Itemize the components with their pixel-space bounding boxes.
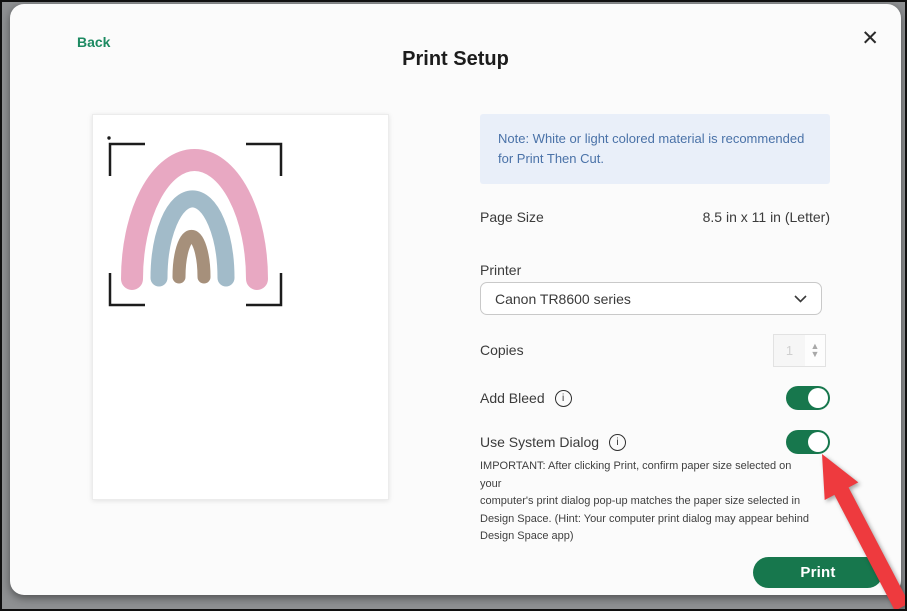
use-system-dialog-toggle[interactable] <box>786 430 830 454</box>
toggle-knob <box>808 432 828 452</box>
use-system-dialog-label-group: Use System Dialog i <box>480 434 626 451</box>
add-bleed-label: Add Bleed <box>480 390 545 406</box>
material-note: Note: White or light colored material is… <box>480 114 830 184</box>
add-bleed-label-group: Add Bleed i <box>480 390 572 407</box>
printer-selected-value: Canon TR8600 series <box>495 291 631 307</box>
printer-dropdown[interactable]: Canon TR8600 series <box>480 282 822 315</box>
copies-stepper[interactable]: 1 ▲ ▼ <box>773 334 826 367</box>
rainbow-artwork <box>93 115 390 501</box>
important-note: IMPORTANT: After clicking Print, confirm… <box>480 458 812 546</box>
page-size-value: 8.5 in x 11 in (Letter) <box>703 209 830 225</box>
add-bleed-row: Add Bleed i <box>480 385 830 411</box>
page-size-label: Page Size <box>480 209 544 225</box>
screenshot-frame: Back Print Setup ✕ Note: Whi <box>0 0 907 611</box>
print-button[interactable]: Print <box>753 557 883 588</box>
rainbow-brown-arch <box>179 236 204 277</box>
use-system-dialog-row: Use System Dialog i <box>480 429 830 455</box>
close-icon[interactable]: ✕ <box>861 28 879 49</box>
settings-column: Note: White or light colored material is… <box>480 114 830 546</box>
add-bleed-toggle[interactable] <box>786 386 830 410</box>
copies-label: Copies <box>480 342 524 358</box>
info-icon[interactable]: i <box>609 434 626 451</box>
registration-dot <box>107 136 110 139</box>
copies-stepper-arrows: ▲ ▼ <box>805 335 825 366</box>
chevron-down-icon <box>794 295 807 303</box>
toggle-knob <box>808 388 828 408</box>
dialog-title: Print Setup <box>10 48 901 71</box>
rainbow-pink-arch <box>132 160 257 279</box>
print-setup-dialog: Back Print Setup ✕ Note: Whi <box>10 4 901 595</box>
copies-value: 1 <box>774 335 805 366</box>
printer-label: Printer <box>480 262 830 278</box>
print-preview-paper <box>92 114 389 500</box>
use-system-dialog-label: Use System Dialog <box>480 434 599 450</box>
page-size-row: Page Size 8.5 in x 11 in (Letter) <box>480 209 830 225</box>
copies-row: Copies 1 ▲ ▼ <box>480 333 830 367</box>
info-icon[interactable]: i <box>555 390 572 407</box>
spinner-down-icon[interactable]: ▼ <box>811 350 820 358</box>
